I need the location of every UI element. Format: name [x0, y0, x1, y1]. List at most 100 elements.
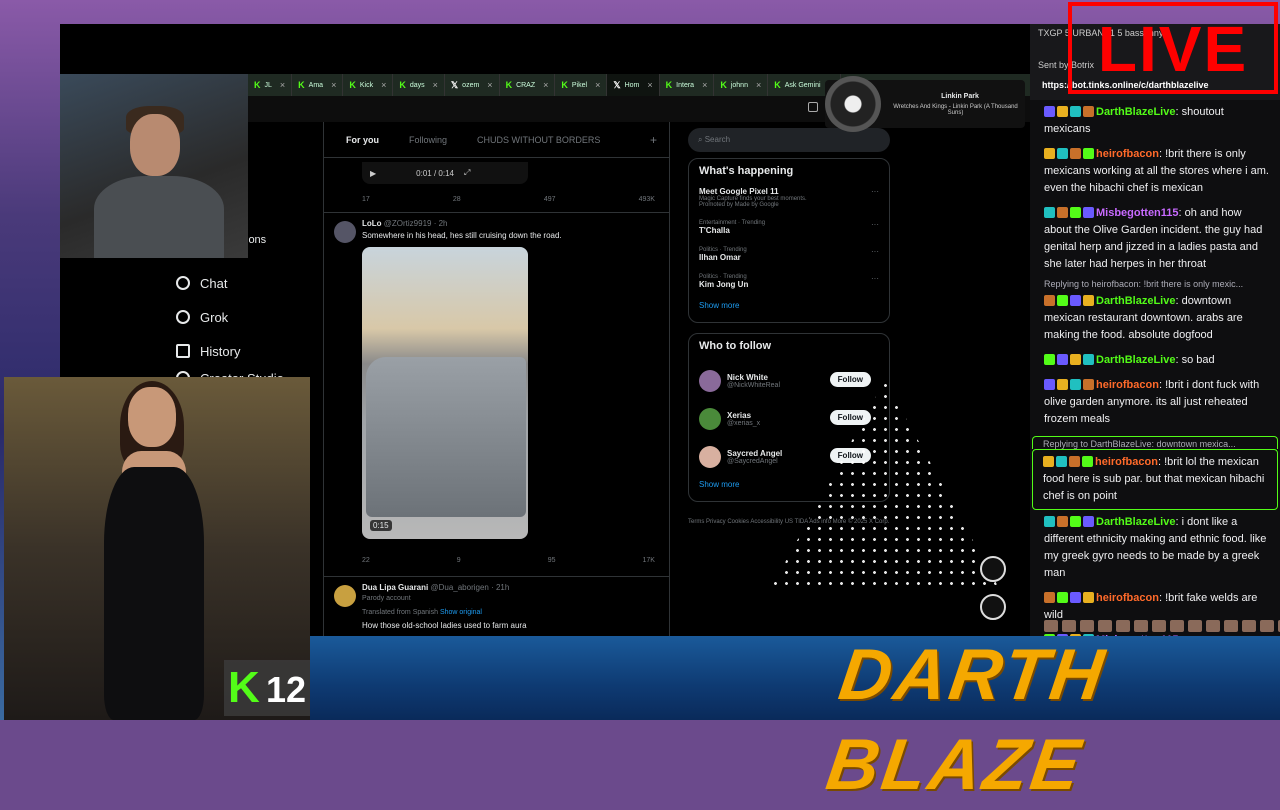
- messages-icon[interactable]: [980, 594, 1006, 620]
- search-input[interactable]: ⌕ Search: [688, 128, 890, 152]
- emote-icon[interactable]: [1080, 620, 1094, 632]
- chat-username[interactable]: heirofbacon: [1095, 456, 1158, 468]
- post-video[interactable]: 0:15: [362, 247, 528, 539]
- tab-following[interactable]: Following: [409, 135, 447, 145]
- browser-tab[interactable]: K Kick ×: [343, 74, 394, 96]
- user-badges: [1044, 148, 1096, 160]
- grok-icon[interactable]: [980, 556, 1006, 582]
- emote-icon[interactable]: [1098, 620, 1112, 632]
- like-count[interactable]: 95: [548, 557, 556, 564]
- nav-history[interactable]: History: [176, 334, 310, 368]
- avatar[interactable]: [334, 585, 356, 607]
- show-more-link[interactable]: Show more: [699, 301, 879, 310]
- browser-tab[interactable]: 𝕏 Hom ×: [607, 74, 660, 96]
- chat-username[interactable]: DarthBlazeLive: [1096, 106, 1175, 118]
- more-icon[interactable]: ···: [871, 220, 879, 229]
- x-icon: 𝕏: [450, 79, 459, 90]
- close-icon[interactable]: ×: [543, 80, 548, 90]
- follow-button[interactable]: Follow: [829, 372, 871, 387]
- more-icon[interactable]: ···: [871, 274, 879, 283]
- chat-username[interactable]: Misbegotten115: [1096, 207, 1179, 219]
- emote-icon[interactable]: [1152, 620, 1166, 632]
- tab-community[interactable]: CHUDS WITHOUT BORDERS: [477, 135, 600, 145]
- chat-username[interactable]: DarthBlazeLive: [1096, 516, 1175, 528]
- avatar[interactable]: [334, 221, 356, 243]
- emote-icon[interactable]: [1116, 620, 1130, 632]
- close-icon[interactable]: ×: [647, 80, 652, 90]
- reply-context[interactable]: Replying to DarthBlazeLive: downtown mex…: [1032, 436, 1278, 449]
- trend-item[interactable]: Politics · Trending Kim Jong Un ···: [699, 274, 879, 289]
- emote-icon[interactable]: [1044, 620, 1058, 632]
- close-icon[interactable]: ×: [756, 80, 761, 90]
- trend-item[interactable]: Entertainment · Trending T'Challa ···: [699, 220, 879, 235]
- tab-for-you[interactable]: For you: [346, 135, 379, 145]
- view-count[interactable]: 493K: [639, 196, 655, 203]
- post-author[interactable]: LoLo @ZOrtiz9919 · 2h: [362, 219, 447, 228]
- bookmark-icon[interactable]: [808, 102, 818, 112]
- chat-username[interactable]: heirofbacon: [1096, 148, 1159, 160]
- emote-icon[interactable]: [1206, 620, 1220, 632]
- follow-suggestion[interactable]: Xerias @xerias_x Follow: [699, 400, 879, 438]
- nav-grok[interactable]: Grok: [176, 300, 310, 334]
- chat-icon: [176, 276, 190, 290]
- translation-note: Translated from Spanish Show original: [362, 609, 482, 616]
- chat-username[interactable]: DarthBlazeLive: [1096, 295, 1175, 307]
- show-original-link[interactable]: Show original: [440, 609, 482, 616]
- browser-tab[interactable]: Kdays ×: [393, 74, 445, 96]
- suggestion-name: Nick White: [727, 373, 768, 382]
- post[interactable]: LoLo @ZOrtiz9919 · 2h Somewhere in his h…: [324, 212, 669, 572]
- chat-message: heirofbacon: !brit i dont fuck with oliv…: [1030, 373, 1280, 432]
- emote-icon[interactable]: [1134, 620, 1148, 632]
- trend-item[interactable]: Meet Google Pixel 11 Magic Capture finds…: [699, 187, 879, 208]
- close-icon[interactable]: ×: [702, 80, 707, 90]
- trend-item[interactable]: Politics · Trending Ilhan Omar ···: [699, 247, 879, 262]
- close-icon[interactable]: ×: [433, 80, 438, 90]
- suggestion-name: Xerias: [727, 411, 752, 420]
- emote-icon[interactable]: [1188, 620, 1202, 632]
- chat-username[interactable]: DarthBlazeLive: [1096, 354, 1175, 366]
- emote-icon[interactable]: [1062, 620, 1076, 632]
- browser-tab[interactable]: K Pikel ×: [555, 74, 608, 96]
- play-icon[interactable]: ▶: [370, 169, 376, 178]
- close-icon[interactable]: ×: [280, 80, 285, 90]
- emote-icon[interactable]: [1224, 620, 1238, 632]
- close-icon[interactable]: ×: [381, 80, 386, 90]
- reply-count[interactable]: 17: [362, 196, 370, 203]
- reply-context[interactable]: Replying to heirofbacon: !brit there is …: [1030, 277, 1280, 289]
- more-icon[interactable]: ···: [871, 187, 879, 196]
- repost-count[interactable]: 28: [453, 196, 461, 203]
- browser-tab[interactable]: K CRAZ ×: [500, 74, 556, 96]
- browser-tab[interactable]: 𝕏ozem ×: [445, 74, 500, 96]
- browser-tab[interactable]: Kjohnn ×: [714, 74, 769, 96]
- more-icon[interactable]: ···: [871, 247, 879, 256]
- nav-chat[interactable]: Chat: [176, 266, 310, 300]
- view-count[interactable]: 17K: [643, 557, 655, 564]
- viewer-count-widget: K 12: [224, 660, 310, 716]
- close-icon[interactable]: ×: [331, 80, 336, 90]
- close-icon[interactable]: ×: [595, 80, 600, 90]
- post-author[interactable]: Dua Lipa Guarani @Dua_aborigen · 21h: [362, 583, 509, 592]
- reply-count[interactable]: 22: [362, 557, 370, 564]
- badge-icon: [1057, 106, 1068, 117]
- chat-username[interactable]: Misbegotten115: [1096, 634, 1179, 636]
- like-count[interactable]: 497: [544, 196, 556, 203]
- avatar[interactable]: [699, 446, 721, 468]
- fullscreen-icon[interactable]: ⤢: [464, 168, 470, 178]
- emote-icon[interactable]: [1170, 620, 1184, 632]
- close-icon[interactable]: ×: [487, 80, 492, 90]
- avatar[interactable]: [699, 370, 721, 392]
- repost-count[interactable]: 9: [457, 557, 461, 564]
- browser-tab[interactable]: K Ama ×: [292, 74, 344, 96]
- avatar[interactable]: [699, 408, 721, 430]
- post-text: How those old-school ladies used to farm…: [362, 621, 527, 630]
- chat-username[interactable]: heirofbacon: [1096, 592, 1159, 604]
- video-controls[interactable]: ▶ 0:01 / 0:14 ⤢: [362, 162, 528, 184]
- add-tab-icon[interactable]: +: [650, 133, 657, 147]
- emote-icon[interactable]: [1260, 620, 1274, 632]
- browser-tab[interactable]: K Intera ×: [660, 74, 715, 96]
- follow-suggestion[interactable]: Nick White @NickWhiteReal Follow: [699, 362, 879, 400]
- post[interactable]: Dua Lipa Guarani @Dua_aborigen · 21h Par…: [324, 576, 669, 636]
- browser-tab[interactable]: K JL ×: [248, 74, 293, 96]
- chat-username[interactable]: heirofbacon: [1096, 379, 1159, 391]
- emote-icon[interactable]: [1242, 620, 1256, 632]
